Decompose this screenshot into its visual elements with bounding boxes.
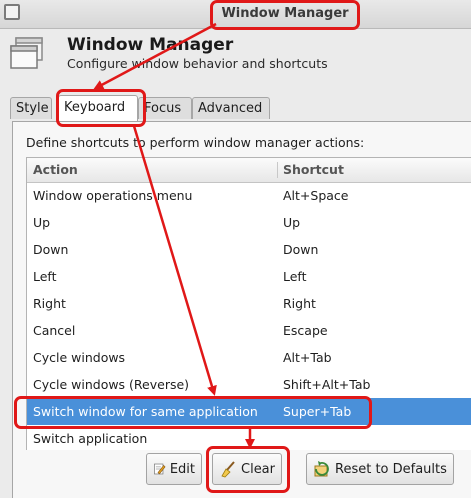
edit-button-label: Edit: [169, 461, 195, 477]
table-row[interactable]: Left Left: [27, 263, 471, 290]
reset-button-label: Reset to Defaults: [335, 461, 447, 477]
table-row[interactable]: Down Down: [27, 236, 471, 263]
table-row[interactable]: Cycle windows Alt+Tab: [27, 344, 471, 371]
column-divider[interactable]: [277, 162, 278, 178]
tab-advanced[interactable]: Advanced: [192, 97, 270, 119]
table-row[interactable]: Up Up: [27, 209, 471, 236]
window-menu-icon[interactable]: [4, 4, 20, 20]
row-action: Up: [33, 215, 51, 230]
row-action: Cycle windows: [33, 350, 126, 365]
table-row[interactable]: Right Right: [27, 290, 471, 317]
row-shortcut: Alt+Tab: [283, 350, 332, 365]
row-action: Switch application: [33, 431, 148, 446]
table-row-selected[interactable]: Switch window for same application Super…: [27, 398, 471, 425]
table-row[interactable]: Cycle windows (Reverse) Shift+Alt+Tab: [27, 371, 471, 398]
row-action: Down: [33, 242, 69, 257]
row-shortcut: Shift+Alt+Tab: [283, 377, 371, 392]
shortcuts-description: Define shortcuts to perform window manag…: [26, 135, 365, 150]
row-shortcut: Alt+Space: [283, 188, 349, 203]
column-header-shortcut[interactable]: Shortcut: [283, 158, 344, 182]
row-shortcut: Up: [283, 215, 301, 230]
row-action: Cancel: [33, 323, 76, 338]
window-title: Window Manager: [221, 6, 349, 21]
edit-icon: [154, 463, 166, 475]
tab-style[interactable]: Style: [10, 97, 52, 119]
table-row[interactable]: Window operations menu Alt+Space: [27, 182, 471, 209]
clear-button-label: Clear: [241, 461, 275, 477]
page-title: Window Manager: [67, 35, 234, 55]
table-row[interactable]: Switch application: [27, 425, 471, 450]
broom-icon: [221, 461, 235, 478]
tab-focus[interactable]: Focus: [138, 97, 192, 119]
row-shortcut: Left: [283, 269, 307, 284]
table-header: Action Shortcut: [27, 158, 471, 183]
row-action: Switch window for same application: [33, 404, 258, 419]
page-subtitle: Configure window behavior and shortcuts: [67, 56, 328, 71]
clear-button[interactable]: Clear: [212, 453, 282, 485]
edit-button[interactable]: Edit: [146, 453, 202, 485]
window-manager-icon: [10, 37, 43, 69]
row-action: Window operations menu: [33, 188, 193, 203]
title-bar: Window Manager: [0, 0, 471, 29]
table-row[interactable]: Cancel Escape: [27, 317, 471, 344]
column-header-action[interactable]: Action: [33, 158, 78, 182]
row-action: Right: [33, 296, 66, 311]
row-action: Left: [33, 269, 57, 284]
tab-keyboard[interactable]: Keyboard: [58, 95, 138, 121]
row-shortcut: Right: [283, 296, 316, 311]
shortcuts-table[interactable]: Action Shortcut Window operations menu A…: [26, 157, 471, 450]
reset-to-defaults-button[interactable]: Reset to Defaults: [306, 453, 454, 485]
row-shortcut: Super+Tab: [283, 404, 352, 419]
reset-icon: [314, 461, 329, 477]
row-shortcut: Escape: [283, 323, 328, 338]
row-shortcut: Down: [283, 242, 319, 257]
row-action: Cycle windows (Reverse): [33, 377, 190, 392]
